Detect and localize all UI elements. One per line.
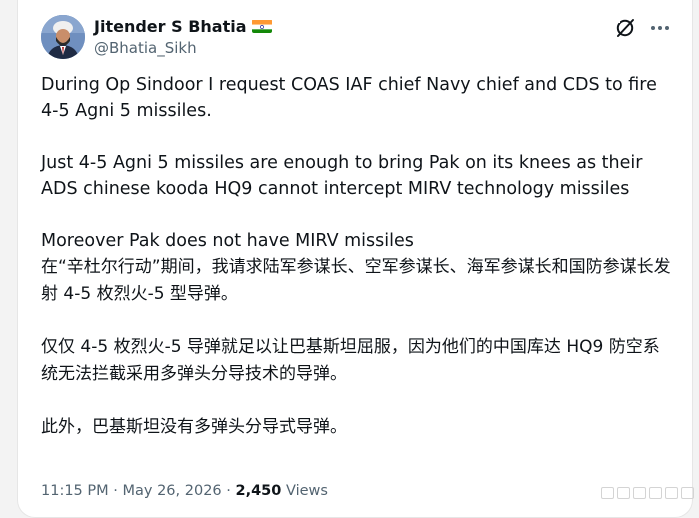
views-label: Views [285, 483, 328, 499]
watermark [601, 487, 699, 501]
views-count: 2,450 [235, 483, 282, 499]
author-name-row: Jitender S Bhatia [94, 15, 272, 37]
india-flag-icon [251, 19, 272, 33]
meta-separator-2: · [221, 483, 236, 499]
author-handle[interactable]: @Bhatia_Sikh [94, 39, 197, 57]
tweet-card: Jitender S Bhatia @Bhatia_Sikh During Op… [17, 0, 694, 518]
tweet-paragraph-zh-2: 仅仅 4-5 枚烈火-5 导弹就足以让巴基斯坦屈服，因为他们的中国库达 HQ9 … [41, 337, 660, 384]
tweet-paragraph-en-1: During Op Sindoor I request COAS IAF chi… [41, 75, 657, 121]
tweet-meta: 11:15 PM · May 26, 2026 · 2,450 Views [41, 483, 328, 499]
tweet-paragraph-en-2: Just 4-5 Agni 5 missiles are enough to b… [41, 153, 643, 199]
meta-separator: · [108, 483, 123, 499]
more-options-icon[interactable] [648, 17, 672, 39]
tweet-paragraph-zh-1: 在“辛杜尔行动”期间，我请求陆军参谋长、空军参谋长、海军参谋长和国防参谋长发射 … [41, 257, 671, 304]
grok-icon[interactable] [614, 17, 636, 39]
tweet-paragraph-en-3: Moreover Pak does not have MIRV missiles [41, 231, 414, 251]
tweet-time[interactable]: 11:15 PM [41, 483, 109, 499]
tweet-date[interactable]: May 26, 2026 [122, 483, 221, 499]
author-display-name[interactable]: Jitender S Bhatia [94, 17, 247, 36]
tweet-paragraph-zh-3: 此外，巴基斯坦没有多弹头分导式导弹。 [41, 417, 347, 437]
avatar[interactable] [41, 15, 85, 59]
tweet-body: During Op Sindoor I request COAS IAF chi… [41, 72, 671, 441]
avatar-photo-icon [41, 15, 85, 59]
